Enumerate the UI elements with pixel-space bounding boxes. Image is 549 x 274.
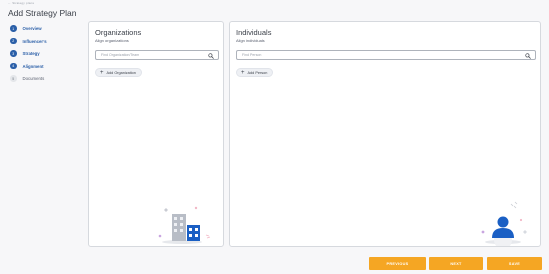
previous-button[interactable]: PREVIOUS — [369, 257, 426, 270]
step-number: 2 — [10, 37, 17, 45]
individuals-subtitle: Align individuals — [236, 38, 265, 43]
stepper: 1 Overview 2 Influencer’s 3 Strategy 4 A… — [10, 25, 80, 88]
step-alignment[interactable]: 4 Alignment — [10, 62, 80, 70]
buildings-illustration-icon — [158, 206, 211, 244]
organizations-panel: Organizations Align organizations + Add … — [88, 21, 224, 247]
add-person-label: Add Person — [247, 70, 268, 75]
add-organization-button[interactable]: + Add Organization — [95, 68, 142, 77]
organization-search-input[interactable] — [101, 53, 218, 57]
individuals-panel: Individuals Align individuals + Add Pers… — [229, 21, 541, 247]
person-illustration-icon — [481, 201, 527, 246]
page-title: Add Strategy Plan — [8, 8, 77, 18]
step-number: 5 — [10, 75, 17, 82]
back-link[interactable]: ← Strategy plans — [8, 1, 34, 5]
save-button[interactable]: SAVE — [487, 257, 542, 270]
step-number: 3 — [10, 50, 17, 57]
organizations-subtitle: Align organizations — [95, 38, 129, 43]
plus-icon: + — [241, 69, 245, 76]
person-search-field — [236, 50, 536, 60]
step-strategy[interactable]: 3 Strategy — [10, 50, 80, 57]
step-label: Alignment — [22, 63, 44, 69]
add-person-button[interactable]: + Add Person — [236, 68, 274, 77]
plus-icon: + — [100, 69, 104, 76]
organizations-title: Organizations — [95, 28, 142, 37]
step-number: 4 — [10, 62, 17, 70]
step-number: 1 — [10, 25, 17, 32]
step-overview[interactable]: 1 Overview — [10, 25, 80, 32]
person-search-input[interactable] — [242, 53, 535, 57]
organization-search-field — [95, 50, 219, 60]
step-influencers[interactable]: 2 Influencer’s — [10, 37, 80, 45]
next-button[interactable]: NEXT — [429, 257, 483, 270]
search-icon[interactable] — [208, 53, 214, 59]
step-label: Overview — [22, 26, 42, 31]
individuals-title: Individuals — [236, 28, 272, 37]
add-organization-label: Add Organization — [106, 70, 136, 75]
step-documents[interactable]: 5 Documents — [10, 75, 80, 82]
search-icon[interactable] — [525, 53, 531, 59]
step-label: Strategy — [22, 51, 40, 56]
step-label: Documents — [22, 76, 45, 81]
step-label: Influencer’s — [22, 38, 47, 44]
